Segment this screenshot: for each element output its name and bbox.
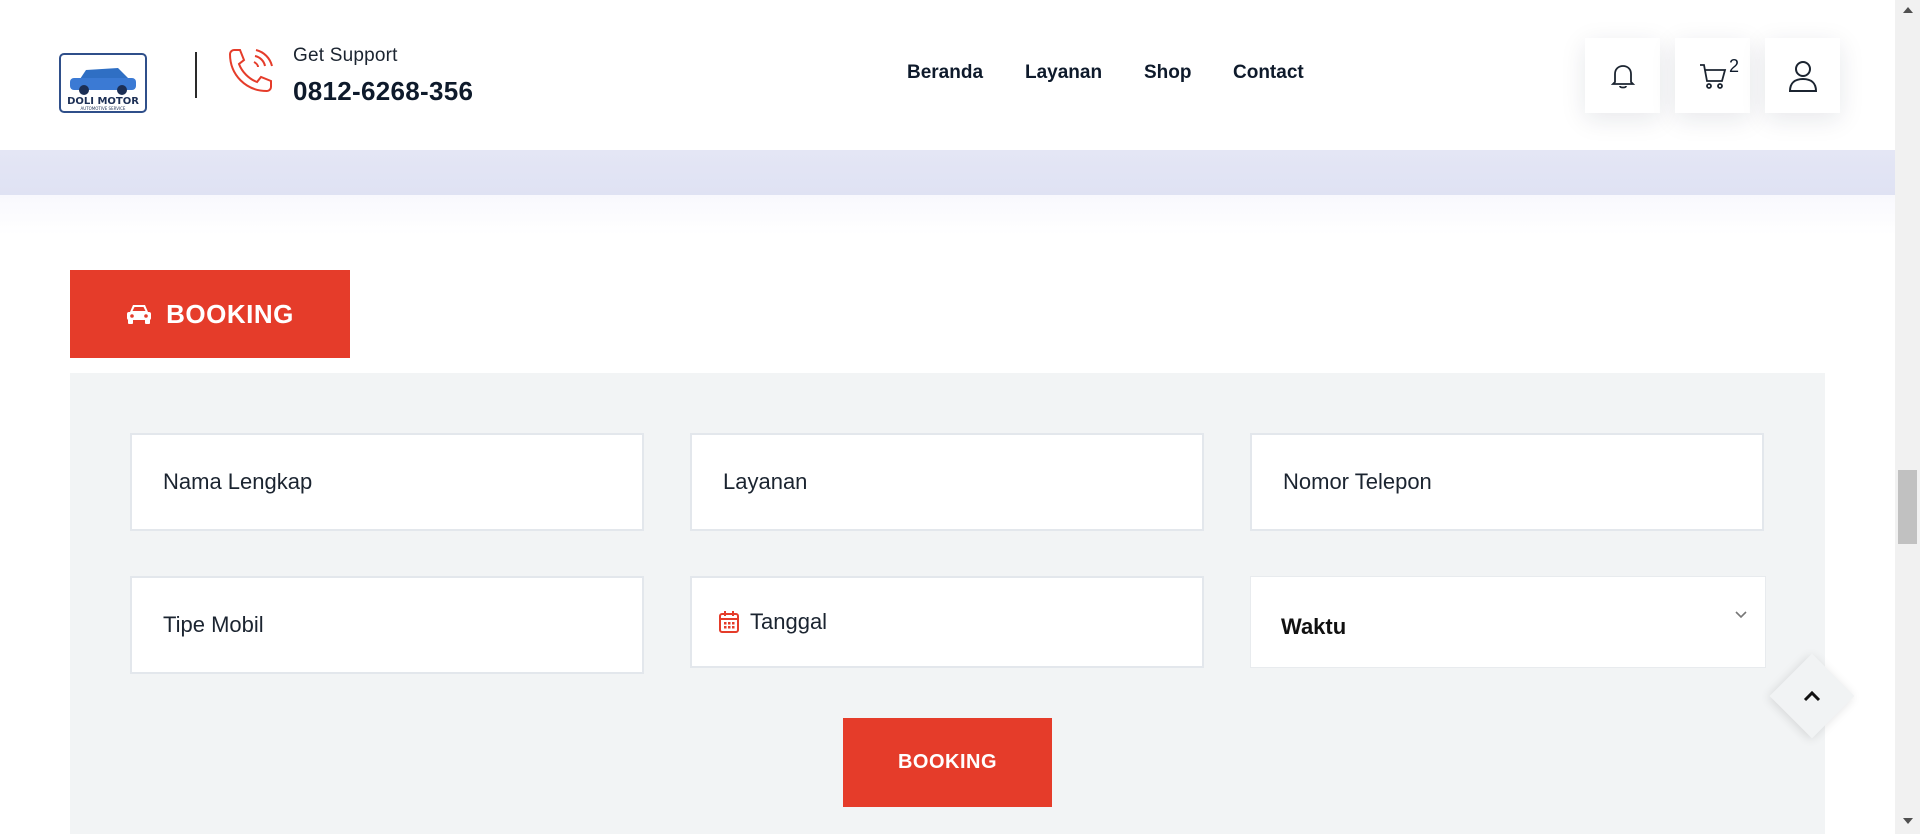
service-field[interactable]: Layanan xyxy=(690,433,1204,531)
phone-number-placeholder: Nomor Telepon xyxy=(1283,469,1432,494)
car-type-field[interactable]: Tipe Mobil xyxy=(130,576,644,674)
header-divider xyxy=(195,52,197,98)
site-header: DOLI MOTOR AUTOMOTIVE SERVICE Get Suppor… xyxy=(0,0,1895,150)
car-type-placeholder: Tipe Mobil xyxy=(163,612,264,637)
date-field[interactable]: Tanggal xyxy=(690,576,1204,668)
notification-button[interactable] xyxy=(1585,38,1660,113)
service-placeholder: Layanan xyxy=(723,469,808,494)
support-phone-number[interactable]: 0812-6268-356 xyxy=(293,76,473,107)
car-icon xyxy=(127,305,152,324)
nav-item-beranda[interactable]: Beranda xyxy=(907,62,983,84)
phone-number-field[interactable]: Nomor Telepon xyxy=(1250,433,1764,531)
chevron-up-icon xyxy=(1803,690,1821,702)
header-band xyxy=(0,150,1895,195)
phone-icon xyxy=(222,44,280,102)
cart-button[interactable]: 2 xyxy=(1675,38,1750,113)
user-icon xyxy=(1788,60,1817,92)
time-select[interactable]: Waktu xyxy=(1250,576,1766,668)
nav-item-contact[interactable]: Contact xyxy=(1233,62,1304,84)
full-name-field[interactable]: Nama Lengkap xyxy=(130,433,644,531)
support-label: Get Support xyxy=(293,45,398,66)
account-button[interactable] xyxy=(1765,38,1840,113)
scrollbar-thumb[interactable] xyxy=(1898,470,1917,544)
scroll-up-arrow-icon[interactable] xyxy=(1900,2,1915,17)
site-logo[interactable]: DOLI MOTOR AUTOMOTIVE SERVICE xyxy=(56,48,152,118)
cart-icon xyxy=(1699,63,1726,89)
booking-tab-label: BOOKING xyxy=(166,298,294,329)
nav-item-shop[interactable]: Shop xyxy=(1144,62,1192,84)
page-scrollbar[interactable] xyxy=(1895,0,1920,834)
time-selected-value: Waktu xyxy=(1281,614,1347,639)
calendar-icon xyxy=(719,611,739,633)
bell-icon xyxy=(1610,64,1635,88)
full-name-placeholder: Nama Lengkap xyxy=(163,469,313,494)
date-placeholder: Tanggal xyxy=(750,609,828,634)
scroll-down-arrow-icon[interactable] xyxy=(1900,813,1915,828)
nav-item-layanan[interactable]: Layanan xyxy=(1025,62,1102,84)
booking-tab[interactable]: BOOKING xyxy=(70,270,350,358)
chevron-down-icon xyxy=(1735,611,1747,619)
cart-count-badge: 2 xyxy=(1729,56,1740,76)
booking-submit-button[interactable]: BOOKING xyxy=(843,718,1052,807)
logo-subtext: AUTOMOTIVE SERVICE xyxy=(81,106,126,111)
header-band-fade xyxy=(0,195,1895,235)
